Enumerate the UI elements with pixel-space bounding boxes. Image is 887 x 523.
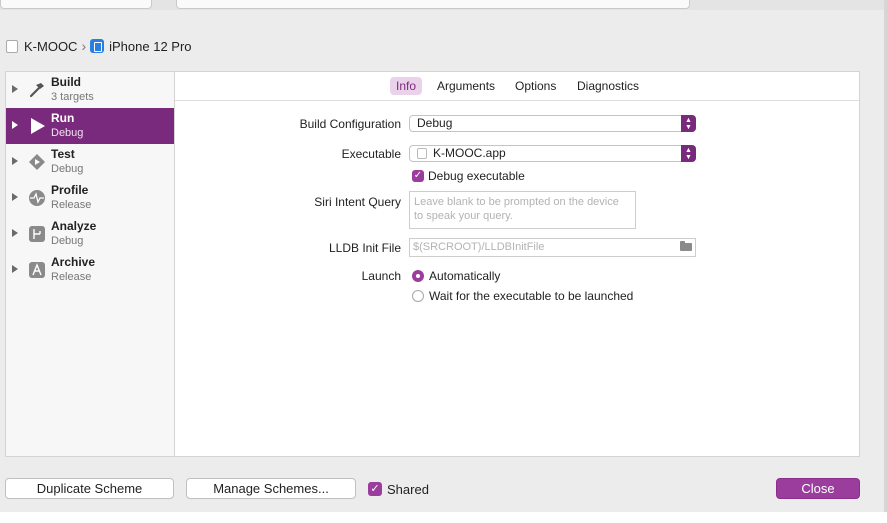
- sidebar-item-sublabel: Release: [51, 271, 92, 283]
- background-field: [0, 0, 152, 9]
- manage-schemes-button[interactable]: Manage Schemes...: [186, 478, 356, 499]
- scheme-action-sidebar: Build 3 targets Run Debug Test Debug Pro…: [5, 71, 174, 457]
- executable-value: K-MOOC.app: [433, 146, 506, 160]
- device-icon: [90, 39, 105, 53]
- background-window-strip: [0, 0, 887, 10]
- siri-intent-query-label: Siri Intent Query: [314, 195, 401, 209]
- disclosure-triangle-icon[interactable]: [12, 85, 18, 93]
- sidebar-item-sublabel: Debug: [51, 235, 84, 247]
- hammer-icon: [27, 80, 46, 99]
- analyze-icon: [27, 224, 46, 243]
- launch-automatically-label[interactable]: Automatically: [429, 269, 500, 283]
- disclosure-triangle-icon[interactable]: [12, 265, 18, 273]
- sidebar-item-sublabel: Release: [51, 199, 92, 211]
- sidebar-item-sublabel: 3 targets: [51, 91, 94, 103]
- debug-executable-checkbox[interactable]: ✓: [412, 170, 424, 182]
- background-field: [176, 0, 690, 9]
- popup-arrows-icon: ▲ ▼: [681, 115, 696, 132]
- sidebar-item-label: Analyze: [51, 219, 97, 233]
- sidebar-item-test[interactable]: Test Debug: [6, 144, 174, 180]
- sidebar-item-label: Run: [51, 111, 75, 125]
- disclosure-triangle-icon[interactable]: [12, 121, 18, 129]
- build-configuration-value: Debug: [417, 116, 453, 130]
- build-configuration-label: Build Configuration: [299, 117, 401, 131]
- code-editor-peek: [0, 512, 887, 523]
- run-settings-panel: Info Arguments Options Diagnostics Build…: [174, 71, 860, 457]
- sidebar-item-build[interactable]: Build 3 targets: [6, 72, 174, 108]
- tab-bar: Info Arguments Options Diagnostics: [175, 72, 859, 101]
- shared-label[interactable]: Shared: [387, 482, 429, 497]
- launch-wait-label[interactable]: Wait for the executable to be launched: [429, 289, 633, 303]
- project-file-icon: [6, 39, 18, 53]
- breadcrumb: K-MOOC › iPhone 12 Pro: [6, 37, 192, 55]
- breadcrumb-device[interactable]: iPhone 12 Pro: [109, 39, 191, 54]
- launch-wait-radio[interactable]: [412, 290, 424, 302]
- sidebar-item-label: Profile: [51, 183, 89, 197]
- tab-diagnostics[interactable]: Diagnostics: [571, 77, 645, 95]
- lldb-init-file-field[interactable]: $(SRCROOT)/LLDBInitFile: [409, 238, 696, 257]
- shared-checkbox[interactable]: ✓: [368, 482, 382, 496]
- build-configuration-popup[interactable]: Debug ▲ ▼: [409, 115, 696, 132]
- tab-info[interactable]: Info: [390, 77, 423, 95]
- duplicate-scheme-button[interactable]: Duplicate Scheme: [5, 478, 174, 499]
- debug-executable-label[interactable]: Debug executable: [428, 169, 525, 183]
- tab-arguments[interactable]: Arguments: [431, 77, 501, 95]
- disclosure-triangle-icon[interactable]: [12, 157, 18, 165]
- executable-popup[interactable]: K-MOOC.app ▲ ▼: [409, 145, 696, 162]
- close-button[interactable]: Close: [776, 478, 860, 499]
- launch-automatically-radio[interactable]: [412, 270, 424, 282]
- sidebar-item-label: Build: [51, 75, 81, 89]
- launch-label: Launch: [361, 269, 401, 283]
- sidebar-item-archive[interactable]: Archive Release: [6, 252, 174, 288]
- folder-icon[interactable]: [680, 241, 692, 251]
- disclosure-triangle-icon[interactable]: [12, 229, 18, 237]
- lldb-init-file-placeholder: $(SRCROOT)/LLDBInitFile: [413, 241, 545, 253]
- waveform-icon: [27, 188, 46, 207]
- diamond-play-icon: [27, 152, 46, 171]
- chevron-right-icon: ›: [81, 38, 87, 54]
- sidebar-item-label: Archive: [51, 255, 96, 269]
- sidebar-item-sublabel: Debug: [51, 163, 84, 175]
- executable-label: Executable: [341, 147, 401, 161]
- app-icon: [417, 148, 427, 159]
- archive-icon: [27, 260, 46, 279]
- disclosure-triangle-icon[interactable]: [12, 193, 18, 201]
- breadcrumb-project[interactable]: K-MOOC: [24, 39, 77, 54]
- lldb-init-file-label: LLDB Init File: [328, 241, 401, 255]
- sidebar-item-label: Test: [51, 147, 75, 161]
- sidebar-item-profile[interactable]: Profile Release: [6, 180, 174, 216]
- tab-options[interactable]: Options: [509, 77, 562, 95]
- sidebar-item-analyze[interactable]: Analyze Debug: [6, 216, 174, 252]
- siri-intent-query-field[interactable]: Leave blank to be prompted on the device…: [409, 191, 636, 229]
- sidebar-item-sublabel: Debug: [51, 127, 84, 139]
- popup-arrows-icon: ▲ ▼: [681, 145, 696, 162]
- sidebar-item-run[interactable]: Run Debug: [6, 108, 174, 144]
- play-icon: [27, 116, 46, 135]
